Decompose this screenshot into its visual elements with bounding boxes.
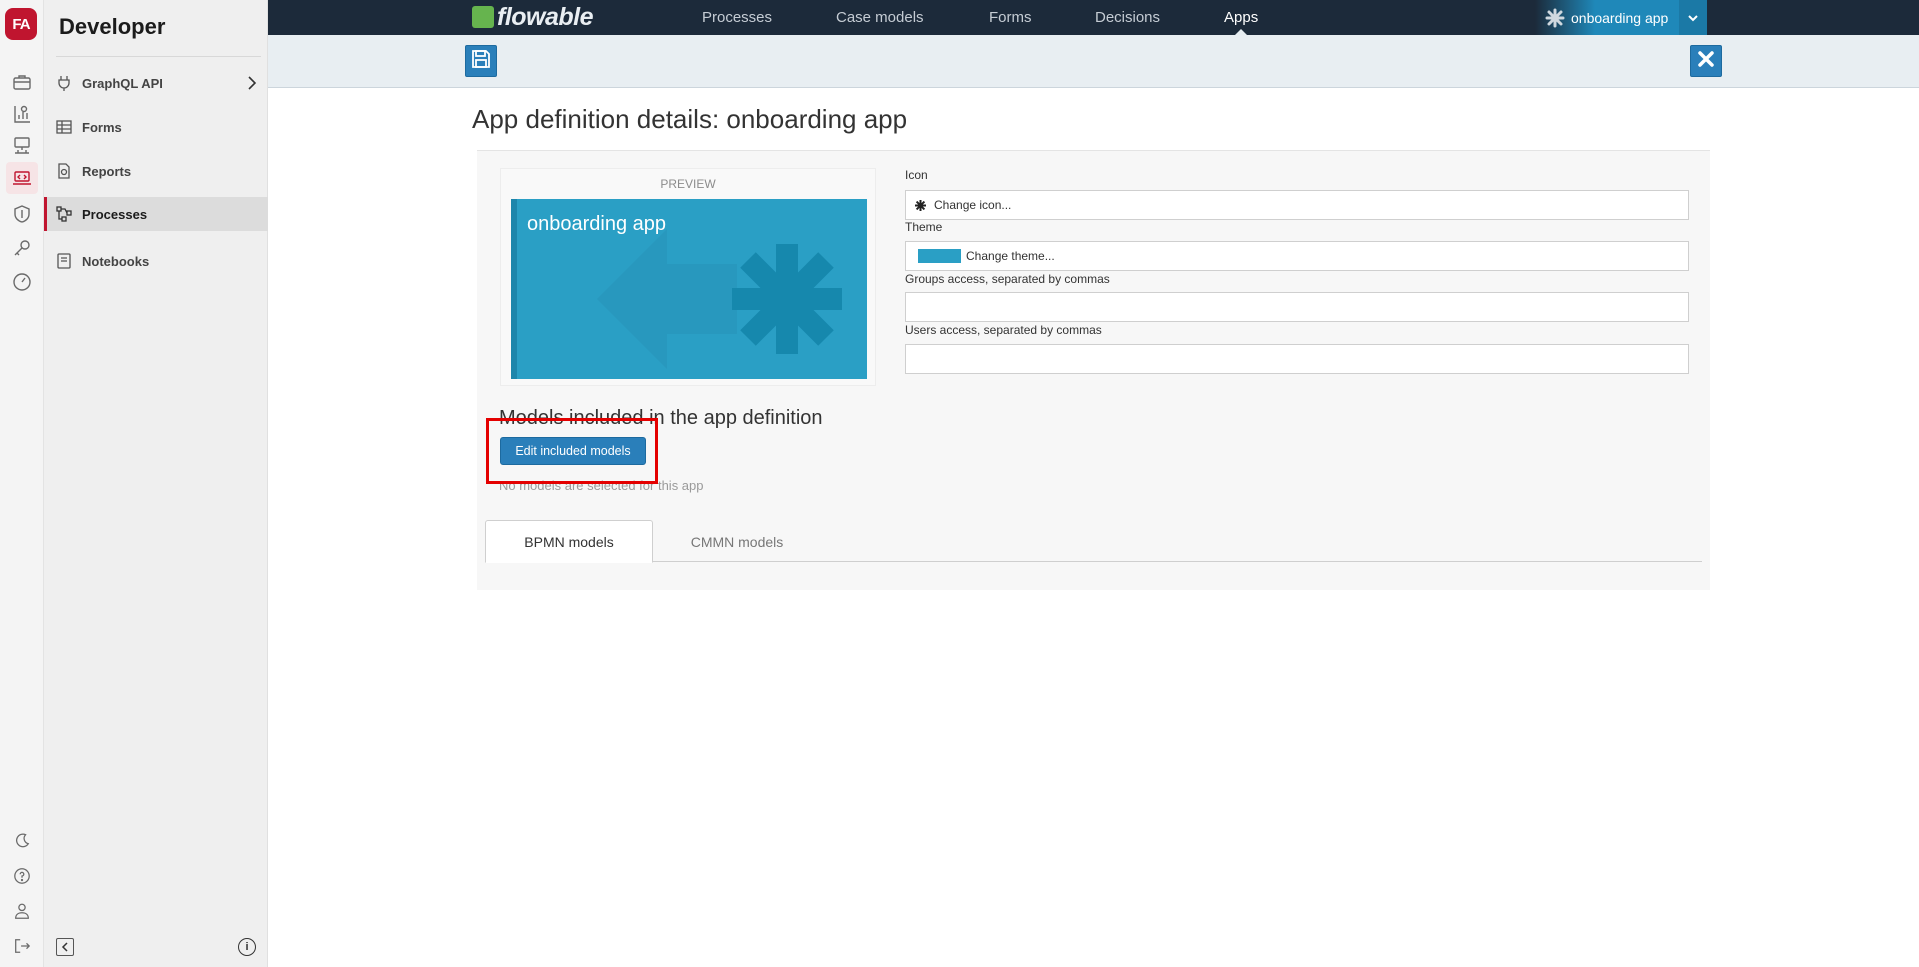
nav-forms[interactable]: Forms xyxy=(989,0,1032,35)
nav-decisions[interactable]: Decisions xyxy=(1095,0,1160,35)
sidebar-footer: i xyxy=(44,934,268,964)
sidebar-title: Developer xyxy=(59,14,166,39)
fa-logo[interactable]: FA xyxy=(5,8,37,40)
info-icon[interactable]: i xyxy=(238,938,256,956)
sidebar-item-reports[interactable]: Reports xyxy=(44,154,268,188)
change-icon-field[interactable]: Change icon... xyxy=(905,190,1689,220)
tab-cmmn-models[interactable]: CMMN models xyxy=(653,520,821,563)
developer-laptop-icon[interactable] xyxy=(6,162,38,194)
sidebar-divider xyxy=(56,56,261,57)
change-icon-text: Change icon... xyxy=(934,198,1012,212)
tile-background-graphic xyxy=(597,229,842,369)
speedometer-icon[interactable] xyxy=(6,266,38,298)
flowable-logo[interactable]: flowable xyxy=(472,2,594,32)
process-icon xyxy=(56,206,72,222)
app-selector-label: onboarding app xyxy=(1571,9,1669,26)
sidebar-item-label: Processes xyxy=(82,206,148,222)
icon-label: Icon xyxy=(905,168,928,182)
report-icon xyxy=(56,163,72,179)
developer-sidebar: Developer GraphQL API Forms Reports Proc… xyxy=(44,0,268,967)
chevron-down-icon[interactable] xyxy=(1679,0,1707,35)
help-icon[interactable] xyxy=(6,860,38,892)
save-button[interactable] xyxy=(465,45,497,77)
asterisk-icon xyxy=(1545,8,1565,33)
users-access-input[interactable] xyxy=(905,344,1689,374)
chevron-right-icon[interactable] xyxy=(242,73,262,93)
app-preview: PREVIEW onboarding app xyxy=(500,168,876,386)
user-icon[interactable] xyxy=(6,895,38,927)
preview-app-name: onboarding app xyxy=(527,213,667,235)
app-selector[interactable]: onboarding app xyxy=(1535,0,1707,35)
top-navbar: flowable Processes Case models Forms Dec… xyxy=(268,0,1919,35)
sidebar-item-label: GraphQL API xyxy=(82,75,163,91)
highlight-box xyxy=(486,418,658,484)
flowable-logo-mark xyxy=(472,6,494,28)
model-tabs: BPMN models CMMN models xyxy=(485,520,1702,563)
moon-icon[interactable] xyxy=(6,825,38,857)
tab-bpmn-models[interactable]: BPMN models xyxy=(485,520,653,563)
sidebar-item-label: Reports xyxy=(82,163,132,179)
sidebar-item-graphql-api[interactable]: GraphQL API xyxy=(44,66,268,100)
change-theme-field[interactable]: Change theme... xyxy=(905,241,1689,271)
report-chart-icon[interactable] xyxy=(6,98,38,130)
nav-case-models[interactable]: Case models xyxy=(836,0,924,35)
save-icon xyxy=(471,49,491,74)
editor-toolbar xyxy=(268,35,1919,88)
process-network-icon[interactable] xyxy=(6,130,38,162)
table-icon xyxy=(56,119,72,135)
sidebar-item-label: Notebooks xyxy=(82,253,150,269)
briefcase-icon[interactable] xyxy=(6,66,38,98)
close-icon xyxy=(1697,50,1715,73)
key-icon[interactable] xyxy=(6,232,38,264)
sidebar-item-forms[interactable]: Forms xyxy=(44,110,268,144)
sidebar-item-processes[interactable]: Processes xyxy=(44,197,268,231)
asterisk-icon xyxy=(915,199,926,211)
collapse-sidebar-icon[interactable] xyxy=(56,938,74,956)
groups-access-input[interactable] xyxy=(905,292,1689,322)
notebook-icon xyxy=(56,253,72,269)
icon-rail: FA xyxy=(0,0,44,967)
users-access-label: Users access, separated by commas xyxy=(905,323,1102,337)
plug-icon xyxy=(56,75,72,91)
sidebar-item-label: Forms xyxy=(82,119,122,135)
preview-label: PREVIEW xyxy=(660,177,716,191)
sidebar-item-notebooks[interactable]: Notebooks xyxy=(44,244,268,278)
theme-swatch xyxy=(918,249,961,263)
app-preview-tile: onboarding app xyxy=(511,199,867,379)
theme-label: Theme xyxy=(905,220,943,234)
groups-access-label: Groups access, separated by commas xyxy=(905,272,1110,286)
shield-icon[interactable] xyxy=(6,198,38,230)
change-theme-text: Change theme... xyxy=(966,249,1055,263)
logout-icon[interactable] xyxy=(6,930,38,962)
close-button[interactable] xyxy=(1690,45,1722,77)
page-title: App definition details: onboarding app xyxy=(472,104,908,134)
nav-processes[interactable]: Processes xyxy=(702,0,772,35)
